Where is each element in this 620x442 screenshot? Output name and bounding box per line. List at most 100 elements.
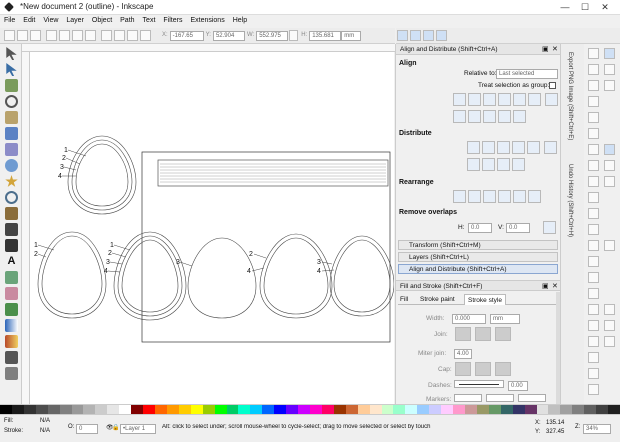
cap-round-icon[interactable] (475, 362, 491, 376)
save-icon[interactable] (588, 80, 599, 91)
menu-object[interactable]: Object (88, 15, 116, 26)
fill-value[interactable]: N/A (40, 418, 50, 424)
dropper-tool-icon[interactable] (5, 351, 18, 364)
snap-page-icon[interactable] (604, 304, 615, 315)
distribute-center-h-icon[interactable] (482, 141, 495, 154)
w-field[interactable]: 552.975 (256, 31, 289, 41)
ungroup-icon[interactable] (588, 320, 599, 331)
select-all-layers-icon[interactable] (17, 30, 28, 41)
distribute-right-icon[interactable] (497, 141, 510, 154)
transform-pattern-icon[interactable] (436, 30, 447, 41)
rectangle-tool-icon[interactable] (5, 127, 18, 140)
menu-file[interactable]: File (0, 15, 19, 26)
opacity-field[interactable]: 0 (76, 424, 98, 434)
new-document-icon[interactable] (588, 48, 599, 59)
rotate-ccw-icon[interactable] (46, 30, 57, 41)
lock-layer-icon[interactable]: 🔒 (112, 424, 119, 431)
minimize-button[interactable]: — (555, 0, 575, 15)
undo-icon[interactable] (588, 144, 599, 155)
raise-to-top-icon[interactable] (101, 30, 112, 41)
flip-horizontal-icon[interactable] (72, 30, 83, 41)
zoom-selection-icon[interactable] (588, 224, 599, 235)
rotate-cw-icon[interactable] (59, 30, 70, 41)
maximize-button[interactable]: ☐ (575, 0, 595, 15)
mesh-tool-icon[interactable] (5, 335, 18, 348)
undo-history-tab[interactable]: Undo History (Shift+Ctrl+H) (567, 164, 573, 237)
exchange-z-order-icon[interactable] (483, 190, 496, 203)
tab-fill[interactable]: Fill (400, 296, 408, 303)
calligraphy-tool-icon[interactable] (5, 239, 18, 252)
menu-edit[interactable]: Edit (19, 15, 39, 26)
panel-close-icon[interactable]: ✕ (552, 45, 558, 53)
rearrange-nodes-icon[interactable] (528, 190, 541, 203)
ellipse-tool-icon[interactable] (5, 159, 18, 172)
lower-to-bottom-icon[interactable] (140, 30, 151, 41)
cap-square-icon[interactable] (495, 362, 511, 376)
egg-group-4[interactable] (259, 233, 333, 319)
zoom-drawing-icon[interactable] (588, 240, 599, 251)
canvas-drawing[interactable]: 1 2 3 4 1 2 1 2 3 4 3 2 4 3 4 (30, 52, 394, 404)
align-right-edge-icon[interactable] (513, 93, 526, 106)
menu-view[interactable]: View (39, 15, 62, 26)
snap-centers-icon[interactable] (604, 240, 615, 251)
duplicate-icon[interactable] (588, 272, 599, 283)
star-tool-icon[interactable] (5, 175, 18, 187)
join-miter-icon[interactable] (455, 327, 471, 341)
relative-to-select[interactable]: Last selected (496, 69, 558, 79)
align-left-anchor-icon[interactable] (468, 93, 481, 106)
menu-filters[interactable]: Filters (159, 15, 186, 26)
menu-text[interactable]: Text (139, 15, 160, 26)
node-tool-icon[interactable] (6, 63, 17, 76)
zoom-page-icon[interactable] (588, 256, 599, 267)
menu-path[interactable]: Path (116, 15, 138, 26)
fill-stroke-icon[interactable] (588, 336, 599, 347)
align-top-edge-icon[interactable] (498, 110, 511, 123)
cut-icon[interactable] (588, 192, 599, 203)
y-field[interactable]: 52.904 (212, 31, 245, 41)
distribute-top-icon[interactable] (543, 141, 557, 154)
snap-paths-icon[interactable] (604, 160, 615, 171)
distribute-gap-h-icon[interactable] (512, 141, 525, 154)
distribute-random-icon[interactable] (527, 141, 540, 154)
export-png-tab[interactable]: Export PNG Image (Shift+Ctrl+E) (567, 52, 573, 140)
spray-tool-icon[interactable] (5, 271, 18, 284)
egg-group-5[interactable] (329, 235, 394, 317)
deselect-icon[interactable] (30, 30, 41, 41)
egg-group-1[interactable] (67, 135, 137, 215)
zoom-field[interactable]: 34% (583, 424, 611, 434)
egg-group-3[interactable] (113, 231, 187, 321)
treat-as-group-checkbox[interactable] (549, 82, 556, 89)
flip-vertical-icon[interactable] (85, 30, 96, 41)
preferences-icon[interactable] (588, 384, 599, 395)
zoom-tool-icon[interactable] (5, 95, 18, 108)
select-all-icon[interactable] (4, 30, 15, 41)
end-marker-select[interactable] (518, 394, 546, 402)
layer-select[interactable]: •Layer 1 (120, 424, 156, 434)
import-icon[interactable] (588, 112, 599, 123)
snap-toggle-icon[interactable] (604, 48, 615, 59)
paste-icon[interactable] (588, 208, 599, 219)
x-field[interactable]: -167.65 (169, 31, 204, 41)
lock-icon[interactable] (289, 30, 299, 41)
width-field[interactable]: 0.000 (452, 314, 486, 324)
open-icon[interactable] (588, 64, 599, 75)
distribute-unclump-icon[interactable] (512, 158, 525, 171)
cap-butt-icon[interactable] (455, 362, 471, 376)
eraser-tool-icon[interactable] (5, 287, 18, 300)
measure-tool-icon[interactable] (5, 111, 18, 124)
distribute-left-icon[interactable] (467, 141, 480, 154)
overlap-v-field[interactable]: 0.0 (506, 223, 530, 233)
snap-intersections-icon[interactable] (604, 176, 615, 187)
snap-bbox-icon[interactable] (604, 64, 615, 75)
join-round-icon[interactable] (475, 327, 491, 341)
paint-bucket-tool-icon[interactable] (5, 303, 18, 316)
spiral-tool-icon[interactable] (5, 191, 18, 204)
align-bottom-anchor-icon[interactable] (483, 110, 496, 123)
layers-panel-tab[interactable]: Layers (Shift+Ctrl+L) (398, 252, 558, 262)
overlap-h-field[interactable]: 0.0 (468, 223, 492, 233)
align-panel-tab[interactable]: Align and Distribute (Shift+Ctrl+A) (398, 264, 558, 274)
drawing-canvas[interactable]: 1 2 3 4 1 2 1 2 3 4 3 2 4 3 4 (30, 52, 394, 404)
group-icon[interactable] (588, 304, 599, 315)
gradient-tool-icon[interactable] (5, 319, 18, 332)
egg-group-2[interactable] (37, 231, 107, 319)
